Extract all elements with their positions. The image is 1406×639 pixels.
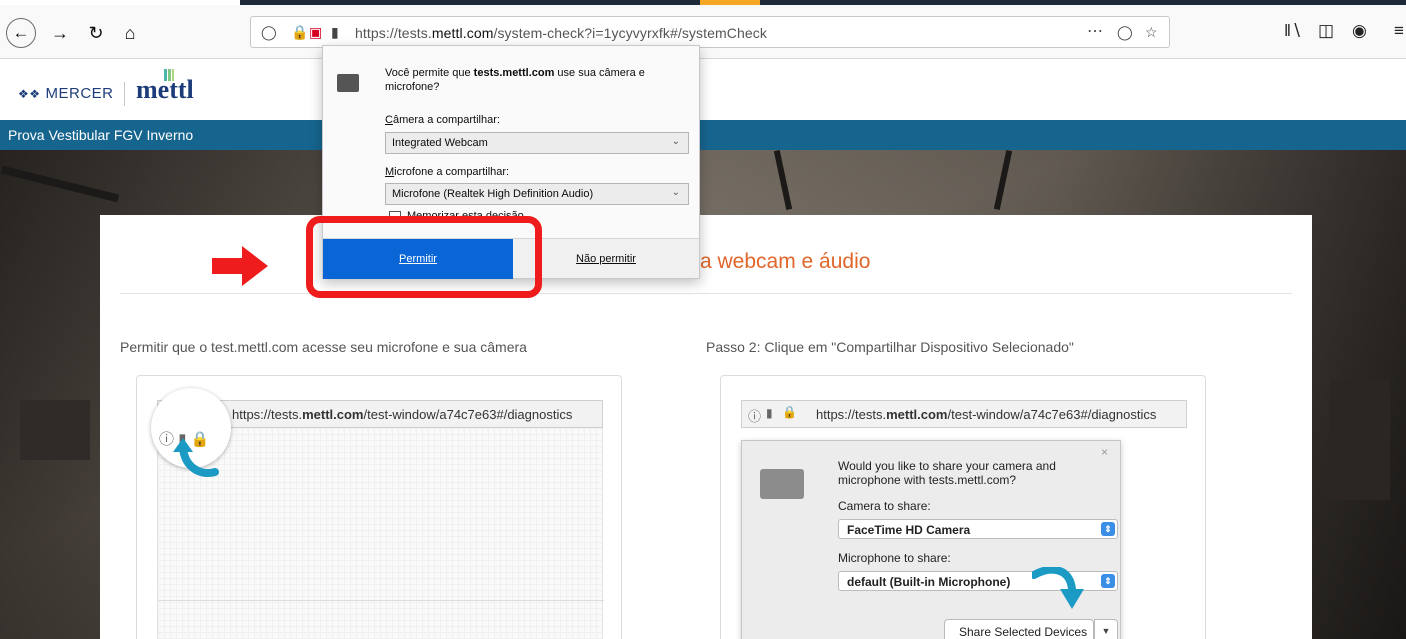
camera-select-value: FaceTime HD Camera [847,523,971,537]
microphone-select-value: default (Built-in Microphone) [847,575,1011,589]
mettl-logo[interactable]: mettl [136,69,194,105]
main-card: a webcam e áudio Permitir que o test.met… [100,215,1312,639]
window-frame [1330,380,1390,500]
example-url-text: https://tests.mettl.com/test-window/a74c… [232,407,573,422]
example-panel-1: https://tests.mettl.com/test-window/a74c… [136,375,622,639]
microphone-label: Microphone to share: [838,551,951,565]
back-icon[interactable]: ← [6,18,36,48]
example-panel-2: ⓘ ▮ 🔒 https://tests.mettl.com/test-windo… [720,375,1206,639]
shield-icon[interactable]: ◯ [261,24,277,41]
more-icon[interactable]: ⋯ [1087,21,1103,41]
sidebar-icon[interactable]: ◫ [1318,21,1334,41]
microphone-select-value: Microfone (Realtek High Definition Audio… [392,188,594,200]
step1-text: Permitir que o test.mettl.com acesse seu… [120,339,527,355]
menu-icon[interactable]: ≡ [1394,21,1404,41]
mercer-mark-icon: ❖❖ [18,86,41,101]
highlight-box [306,216,542,298]
teal-curved-arrow-icon [1032,567,1084,609]
star-icon[interactable]: ☆ [1145,24,1158,41]
microphone-share-label: Microfone a compartilhar: [385,166,510,178]
pocket-icon[interactable]: ◯ [1117,24,1133,41]
permission-question: Você permite que tests.mettl.com use sua… [385,67,645,93]
example-page-body [157,428,604,639]
chevron-down-icon: ⌄ [671,136,680,147]
divider [158,600,604,601]
browser-toolbar: ← → ↻ ⌂ ◯ 🔒 ▣ ▮ https://tests.mettl.com/… [0,5,1406,59]
select-arrows-icon: ⇕ [1101,574,1115,588]
camera-share-label: Câmera a compartilhar: [385,114,500,126]
course-bar: Prova Vestibular FGV Inverno [0,120,1406,150]
card-title: a webcam e áudio [700,250,871,273]
lock-icon: 🔒 [782,405,797,419]
account-icon[interactable]: ◉ [1352,21,1367,41]
url-text[interactable]: https://tests.mettl.com/system-check?i=1… [355,25,767,41]
chevron-down-icon: ⌄ [671,187,680,198]
camera-select: FaceTime HD Camera ⇕ [838,519,1118,539]
laptop-shape [20,400,90,460]
chevron-down-icon: ▼ [1094,619,1118,639]
library-icon[interactable]: ‖∖ [1284,21,1302,41]
forward-icon[interactable]: → [46,19,74,47]
camera-select[interactable]: Integrated Webcam ⌄ [385,132,689,154]
camera-icon[interactable]: ▮ [331,24,339,41]
teal-curved-arrow-icon [173,438,219,477]
mercer-logo[interactable]: ❖❖ MERCER [18,85,114,102]
example-url-text: https://tests.mettl.com/test-window/a74c… [816,407,1157,422]
site-header: ❖❖ MERCER mettl [0,60,1406,120]
beam [773,150,793,210]
select-arrows-icon: ⇕ [1101,522,1115,536]
permissions-icon[interactable]: ▣ [309,24,322,41]
camera-icon [760,469,804,499]
url-bar[interactable]: ◯ 🔒 ▣ ▮ https://tests.mettl.com/system-c… [250,16,1170,48]
example-url-bar: ⓘ ▮ 🔒 https://tests.mettl.com/test-windo… [741,400,1187,428]
close-icon: × [1100,445,1108,459]
course-title: Prova Vestibular FGV Inverno [8,127,194,143]
home-icon[interactable]: ⌂ [116,19,144,47]
red-arrow-icon [212,246,268,286]
camera-icon: ▮ [766,406,773,420]
beam [993,150,1013,210]
info-icon: ⓘ [748,409,762,424]
mettl-bars-icon [164,69,174,81]
camera-label: Camera to share: [838,499,931,513]
example-share-dialog: × Would you like to share your camera an… [741,440,1121,639]
camera-icon [337,74,359,92]
dialog-question: Would you like to share your camera and … [838,459,1056,487]
mercer-logo-text: MERCER [45,85,114,102]
camera-select-value: Integrated Webcam [392,137,488,149]
reload-icon[interactable]: ↻ [82,19,110,47]
beam [0,165,120,203]
lock-icon[interactable]: 🔒 [291,24,308,41]
microphone-select[interactable]: Microfone (Realtek High Definition Audio… [385,183,689,205]
divider [120,293,1292,294]
step2-text: Passo 2: Clique em "Compartilhar Disposi… [706,339,1074,355]
share-selected-devices-button: Share Selected Devices [944,619,1094,639]
logo-divider [124,82,125,106]
